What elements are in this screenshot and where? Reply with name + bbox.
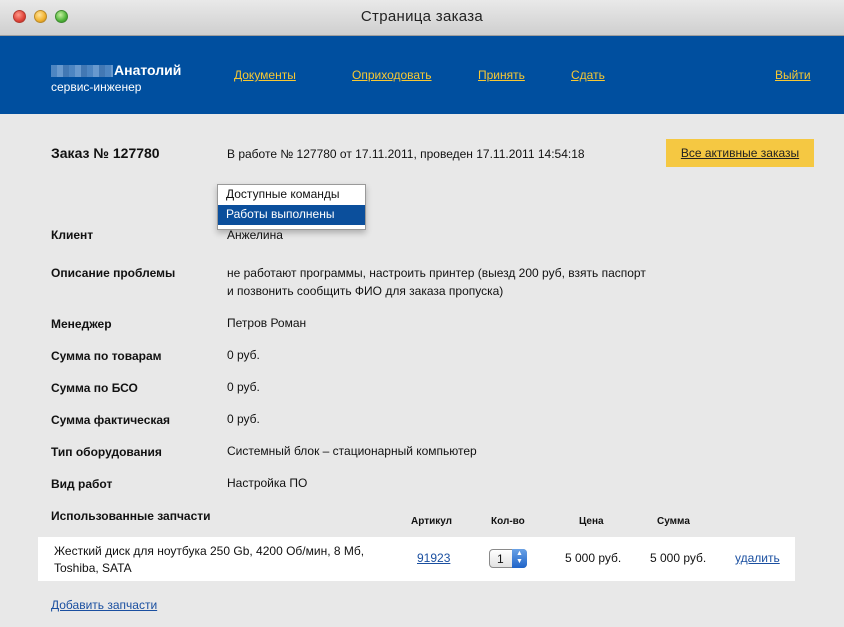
nav-logout-link[interactable]: Выйти	[775, 68, 811, 82]
work-type-value: Настройка ПО	[227, 476, 308, 490]
nav-documents-link[interactable]: Документы	[234, 68, 296, 82]
sum-actual-label: Сумма фактическая	[51, 413, 171, 427]
sum-goods-value: 0 руб.	[227, 348, 260, 362]
client-label: Клиент	[51, 228, 94, 242]
work-type-label: Вид работ	[51, 477, 113, 491]
top-header: Анатолий сервис-инженер Документы Оприхо…	[0, 36, 844, 114]
quantity-value: 1	[497, 552, 504, 566]
order-status: В работе № 127780 от 17.11.2011, проведе…	[227, 147, 585, 161]
parts-label: Использованные запчасти	[51, 509, 211, 523]
nav-receive-link[interactable]: Оприходовать	[352, 68, 432, 82]
active-orders-button[interactable]: Все активные заказы	[666, 139, 814, 167]
commands-dropdown[interactable]: Доступные команды Работы выполнены	[217, 184, 366, 230]
dropdown-item-available-commands[interactable]: Доступные команды	[218, 185, 365, 205]
redacted-surname	[51, 65, 113, 78]
order-title: Заказ № 127780	[51, 145, 160, 161]
table-row: Жесткий диск для ноутбука 250 Gb, 4200 О…	[38, 537, 795, 581]
user-first-name: Анатолий	[114, 62, 182, 78]
col-price-header: Цена	[579, 516, 604, 527]
col-qty-header: Кол-во	[491, 516, 525, 527]
problem-value-line1: не работают программы, настроить принтер…	[227, 266, 646, 280]
part-sum: 5 000 руб.	[650, 551, 707, 565]
nav-handover-link[interactable]: Сдать	[571, 68, 605, 82]
manager-label: Менеджер	[51, 317, 112, 331]
part-article-link[interactable]: 91923	[417, 551, 450, 565]
user-name: Анатолий	[51, 62, 181, 78]
part-name-line1: Жесткий диск для ноутбука 250 Gb, 4200 О…	[54, 544, 365, 558]
window-titlebar: Страница заказа	[0, 0, 844, 36]
col-article-header: Артикул	[411, 516, 453, 527]
part-name-line2: Toshiba, SATA	[54, 561, 132, 575]
sum-bso-label: Сумма по БСО	[51, 381, 138, 395]
updown-arrows-icon[interactable]: ▲ ▼	[512, 549, 527, 568]
sum-bso-value: 0 руб.	[227, 380, 260, 394]
problem-label: Описание проблемы	[51, 266, 176, 280]
add-parts-link[interactable]: Добавить запчасти	[51, 598, 157, 612]
equipment-type-value: Системный блок – стационарный компьютер	[227, 444, 477, 458]
equipment-type-label: Тип оборудования	[51, 445, 162, 459]
part-name: Жесткий диск для ноутбука 250 Gb, 4200 О…	[54, 543, 394, 577]
part-price: 5 000 руб.	[565, 551, 622, 565]
window-title: Страница заказа	[360, 8, 484, 25]
manager-value: Петров Роман	[227, 316, 307, 330]
quantity-select[interactable]: 1 ▲ ▼	[489, 549, 527, 568]
dropdown-item-work-done[interactable]: Работы выполнены	[218, 205, 365, 225]
nav-accept-link[interactable]: Принять	[478, 68, 525, 82]
sum-goods-label: Сумма по товарам	[51, 349, 162, 363]
problem-value-line2: и позвонить сообщить ФИО для заказа проп…	[227, 284, 504, 298]
delete-part-link[interactable]: удалить	[735, 551, 780, 565]
sum-actual-value: 0 руб.	[227, 412, 260, 426]
col-sum-header: Сумма	[657, 516, 690, 527]
user-role: сервис-инженер	[51, 80, 142, 94]
